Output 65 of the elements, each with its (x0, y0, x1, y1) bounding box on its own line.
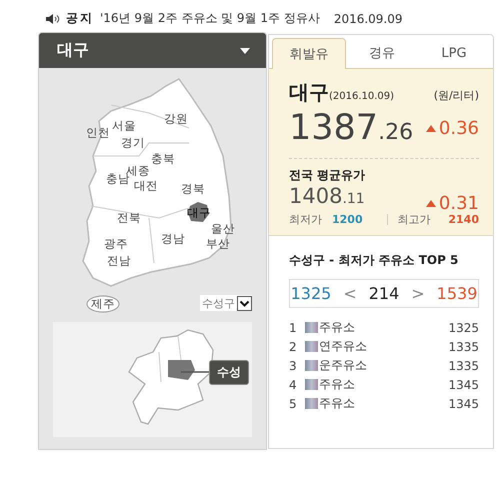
region-label[interactable]: 경기 (121, 136, 145, 150)
fuel-tab[interactable]: 경유 (346, 38, 418, 68)
chevron-down-icon (237, 296, 252, 310)
previous-button[interactable]: < (343, 284, 357, 303)
national-change: 0.31 (438, 193, 479, 214)
station-list-title: 수성구 - 최저가 주유소 TOP 5 (289, 252, 460, 269)
notice-label: 공지 (66, 10, 94, 27)
region-label[interactable]: 광주 (104, 236, 128, 252)
pixelated-block (305, 398, 318, 409)
station-price: 1345 (448, 396, 479, 410)
national-price: 1408.11 (289, 184, 365, 208)
min-price: 1200 (332, 213, 363, 226)
region-header[interactable]: 대구 (39, 33, 266, 68)
station-name[interactable]: 주유소 (319, 395, 355, 412)
price-date: (2016.10.09) (329, 91, 394, 102)
station-name[interactable]: 연주유소 (319, 338, 367, 355)
station-price: 1345 (448, 378, 479, 392)
region-label[interactable]: 울산 (211, 222, 235, 236)
region-label[interactable]: 전남 (107, 254, 131, 268)
station-price: 1335 (448, 340, 479, 354)
station-rank: 1 (289, 320, 298, 334)
station-name[interactable]: 주유소 (319, 319, 355, 336)
pixelated-block (305, 379, 318, 390)
station-price: 1325 (448, 320, 479, 334)
highest-price: 1539 (436, 284, 478, 303)
region-label[interactable]: 충북 (151, 152, 175, 166)
station-name[interactable]: 주유소 (319, 376, 355, 393)
price-change: 0.36 (438, 118, 479, 138)
station-rank: 5 (289, 396, 298, 410)
region-label[interactable]: 인천 (86, 126, 110, 140)
pixelated-block (305, 360, 318, 371)
min-price-label: 최저가 (289, 212, 322, 227)
district-label: 수성 (209, 360, 249, 385)
region-label[interactable]: 전북 (117, 210, 141, 226)
price-unit: (원/리터) (434, 88, 479, 103)
station-rank: 4 (289, 378, 298, 392)
national-average-title: 전국 평균유가 (289, 167, 366, 184)
region-label[interactable]: 서울 (112, 118, 136, 134)
pixelated-block (305, 341, 318, 352)
max-price-label: 최고가 (398, 212, 431, 227)
max-price: 2140 (448, 213, 479, 226)
pixelated-block (305, 322, 318, 333)
station-count: 214 (368, 284, 400, 303)
fuel-tab[interactable]: LPG (418, 38, 490, 68)
station-rank: 2 (289, 340, 298, 354)
region-label[interactable]: 경남 (161, 232, 185, 246)
leader-line (181, 371, 209, 373)
station-rank: 3 (289, 358, 298, 372)
notice-date: 2016.09.09 (334, 12, 403, 26)
caret-icon (240, 48, 250, 54)
notice-text[interactable]: '16년 9월 2주 주유소 및 9월 1주 정유사 (100, 10, 320, 27)
region-label[interactable]: 경북 (181, 182, 205, 196)
region-label[interactable]: 대전 (134, 178, 158, 194)
station-name[interactable]: 운주유소 (319, 357, 367, 374)
district-dropdown[interactable]: 수성구 (200, 295, 252, 311)
region-name: 대구 (289, 79, 329, 106)
next-button[interactable]: > (411, 284, 425, 303)
fuel-tab[interactable]: 휘발유 (272, 38, 346, 69)
region-label[interactable]: 강원 (164, 112, 188, 126)
lowest-price: 1325 (290, 284, 332, 303)
region-label[interactable]: 부산 (206, 236, 230, 252)
station-price: 1335 (448, 358, 479, 372)
speaker-icon (46, 14, 60, 24)
region-title: 대구 (57, 40, 89, 61)
region-price: 1387.26 (289, 108, 414, 148)
